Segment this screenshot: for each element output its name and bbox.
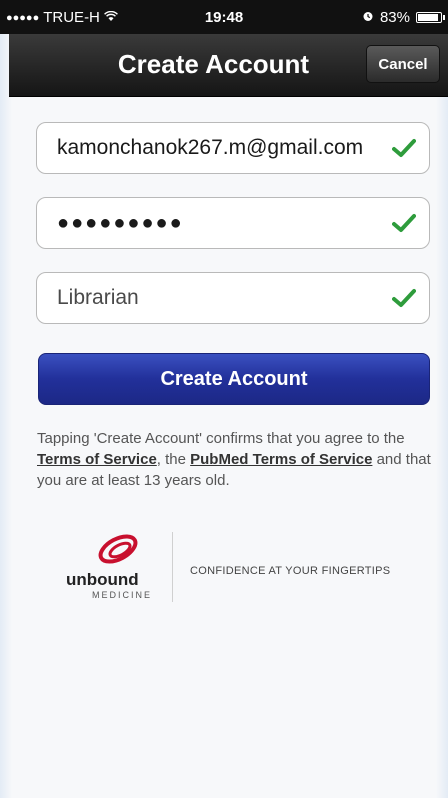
create-account-button[interactable]: Create Account [38, 353, 430, 405]
logo-wordmark: unbound [66, 570, 139, 589]
logo-divider [172, 532, 173, 602]
status-right: 83% [362, 9, 445, 26]
terms-of-service-link[interactable]: Terms of Service [37, 451, 157, 468]
cancel-button[interactable]: Cancel [366, 45, 440, 83]
alarm-icon [362, 9, 374, 26]
create-account-screen: ●●●●● TRUE-H 19:48 83% Create Account Ca… [0, 0, 448, 798]
terms-prefix: Tapping 'Create Account' confirms that y… [37, 430, 405, 447]
checkmark-icon [389, 283, 419, 313]
logo-mark-icon [96, 532, 140, 573]
navigation-bar: Create Account Cancel [9, 34, 448, 97]
status-bar: ●●●●● TRUE-H 19:48 83% [0, 0, 448, 34]
checkmark-icon [389, 133, 419, 163]
email-value: kamonchanok267.m@gmail.com [57, 136, 364, 159]
terms-notice: Tapping 'Create Account' confirms that y… [37, 428, 432, 491]
checkmark-icon [389, 208, 419, 238]
password-value: ●●●●●●●●● [57, 211, 184, 234]
battery-icon [416, 12, 445, 23]
pubmed-terms-link[interactable]: PubMed Terms of Service [190, 451, 372, 468]
terms-middle: , the [156, 451, 191, 468]
brand-tagline: CONFIDENCE AT YOUR FINGERTIPS [190, 565, 391, 577]
occupation-value: Librarian [57, 286, 139, 309]
logo-subtitle: MEDICINE [92, 590, 153, 600]
email-field[interactable]: kamonchanok267.m@gmail.com [36, 122, 430, 174]
occupation-field[interactable]: Librarian [36, 272, 430, 324]
password-field[interactable]: ●●●●●●●●● [36, 197, 430, 249]
battery-percent: 83% [379, 9, 410, 26]
unbound-medicine-logo: unbound MEDICINE [60, 530, 170, 602]
